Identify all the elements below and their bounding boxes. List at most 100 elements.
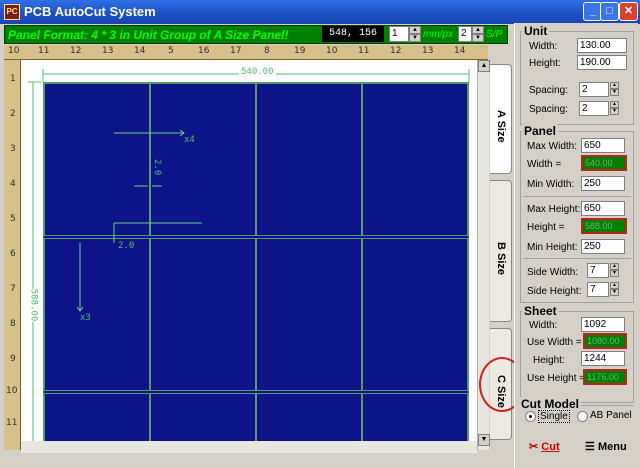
y-count-label: x3 (80, 313, 91, 323)
spin-down-icon[interactable]: ▼ (610, 108, 619, 115)
spin-up-icon[interactable]: ▲ (409, 26, 421, 34)
side-height-label: Side Height: (527, 286, 582, 297)
spin-up-icon[interactable]: ▲ (610, 82, 619, 89)
sp-spinner[interactable]: ▲ ▼ (472, 26, 484, 42)
sheet-height-input[interactable]: 1244 (581, 351, 625, 366)
ruler-tick: 1 (10, 74, 16, 84)
tab-a-size[interactable]: A Size (490, 64, 512, 174)
spin-down-icon[interactable]: ▼ (610, 289, 619, 296)
ruler-tick: 3 (10, 144, 16, 154)
max-width-input[interactable]: 650 (581, 138, 625, 153)
spin-down-icon[interactable]: ▼ (409, 34, 421, 42)
ruler-tick: 10 (8, 46, 20, 56)
use-height-result: 1176.00 (583, 369, 627, 385)
sp-unit-label: S/P (486, 29, 503, 40)
max-height-input[interactable]: 650 (581, 201, 625, 216)
sheet-width-input[interactable]: 1092 (581, 317, 625, 332)
scale-spinner[interactable]: ▲ ▼ (409, 26, 421, 42)
ruler-tick: 13 (422, 46, 434, 56)
ruler-tick: 8 (264, 46, 270, 56)
tab-label: A Size (495, 110, 507, 143)
spacing2-input[interactable]: 2 (579, 101, 609, 116)
ruler-tick: 9 (10, 354, 16, 364)
ruler-tick: 14 (134, 46, 146, 56)
spacing2-spinner[interactable]: ▲ ▼ (610, 101, 619, 116)
single-label[interactable]: Single (538, 410, 570, 423)
unit-height-input[interactable]: 190.00 (577, 55, 627, 70)
cut-label: Cut (541, 441, 560, 453)
close-button[interactable]: ✕ (619, 2, 638, 21)
menu-icon: ☰ (585, 441, 595, 453)
title-bar: PC PCB AutoCut System _ □ ✕ (0, 0, 640, 24)
menu-label: Menu (597, 441, 627, 453)
ruler-tick: 4 (10, 179, 16, 189)
ruler-tick: 12 (390, 46, 402, 56)
scroll-down-icon[interactable]: ▼ (478, 434, 490, 446)
side-height-input[interactable]: 7 (587, 282, 609, 297)
single-radio[interactable] (525, 411, 536, 422)
spin-up-icon[interactable]: ▲ (472, 26, 484, 34)
spacing1-label: Spacing: (529, 85, 568, 96)
scroll-up-icon[interactable]: ▲ (478, 60, 490, 72)
x-count-label: x4 (184, 135, 195, 145)
spacing1-input[interactable]: 2 (579, 82, 609, 97)
top-ruler: 10 11 12 13 14 5 16 17 8 19 10 11 12 13 … (4, 45, 488, 60)
spin-up-icon[interactable]: ▲ (610, 263, 619, 270)
ruler-tick: 19 (294, 46, 306, 56)
divider (523, 196, 631, 197)
horizontal-scrollbar[interactable] (21, 441, 477, 453)
use-height-label: Use Height = (527, 373, 586, 384)
ruler-tick: 14 (454, 46, 466, 56)
gap-label: 2.0 (152, 159, 162, 176)
left-ruler: 1 2 3 4 5 6 7 8 9 10 11 (4, 60, 21, 450)
ruler-tick: 13 (102, 46, 114, 56)
ab-panel-radio[interactable] (577, 411, 588, 422)
side-height-spinner[interactable]: ▲ ▼ (610, 282, 619, 297)
ruler-tick: 2 (10, 109, 16, 119)
parameter-panel: Unit Width: 130.00 Height: 190.00 Spacin… (514, 23, 638, 467)
sp-input[interactable]: 2 (458, 26, 472, 42)
divider (523, 258, 631, 259)
sheet-width-label: Width: (529, 320, 558, 331)
max-width-label: Max Width: (527, 141, 578, 152)
ruler-tick: 5 (10, 214, 16, 224)
spin-down-icon[interactable]: ▼ (610, 270, 619, 277)
spin-up-icon[interactable]: ▲ (610, 101, 619, 108)
ruler-tick: 10 (326, 46, 338, 56)
min-width-input[interactable]: 250 (581, 176, 625, 191)
spacing2-label: Spacing: (529, 104, 568, 115)
spin-down-icon[interactable]: ▼ (610, 89, 619, 96)
min-height-input[interactable]: 250 (581, 239, 625, 254)
spin-up-icon[interactable]: ▲ (610, 282, 619, 289)
ruler-tick: 16 (198, 46, 210, 56)
gap-label: 2.0 (118, 241, 135, 251)
use-width-label: Use Width = (527, 337, 582, 348)
ruler-tick: 5 (168, 46, 174, 56)
panel-height-result: 588.00 (581, 218, 627, 234)
ab-panel-label[interactable]: AB Panel (590, 410, 632, 421)
ruler-tick: 17 (230, 46, 242, 56)
panel-format-text: Panel Format: 4 * 3 in Unit Group of A S… (8, 28, 289, 42)
panel-heading: Panel (522, 124, 559, 138)
panel-width-label: Width = (527, 159, 562, 170)
scale-input[interactable]: 1 (389, 26, 409, 42)
tab-b-size[interactable]: B Size (490, 180, 512, 322)
side-width-input[interactable]: 7 (587, 263, 609, 278)
scale-unit-label: mm/px (423, 29, 453, 40)
pcb-app-icon[interactable]: PC (4, 4, 20, 20)
maximize-button[interactable]: □ (600, 2, 619, 21)
spin-down-icon[interactable]: ▼ (472, 34, 484, 42)
panel-height-label: Height = (527, 222, 565, 233)
spacing1-spinner[interactable]: ▲ ▼ (610, 82, 619, 97)
sheet-heading: Sheet (522, 304, 559, 318)
panel-width-dimension: 540.00 (239, 67, 276, 77)
panel-board: x4 2.0 2.0 x3 (43, 82, 469, 441)
ruler-tick: 11 (358, 46, 370, 56)
menu-button[interactable]: ☰ Menu (585, 440, 627, 453)
side-width-spinner[interactable]: ▲ ▼ (610, 263, 619, 278)
cut-button[interactable]: ✂ Cut (529, 440, 560, 453)
unit-width-input[interactable]: 130.00 (577, 38, 627, 53)
cut-icon: ✂ (529, 441, 539, 453)
cursor-coordinates: 548, 156 (322, 26, 384, 42)
drawing-canvas[interactable]: 540.00 588.00 x4 2.0 2.0 x3 (21, 60, 477, 441)
